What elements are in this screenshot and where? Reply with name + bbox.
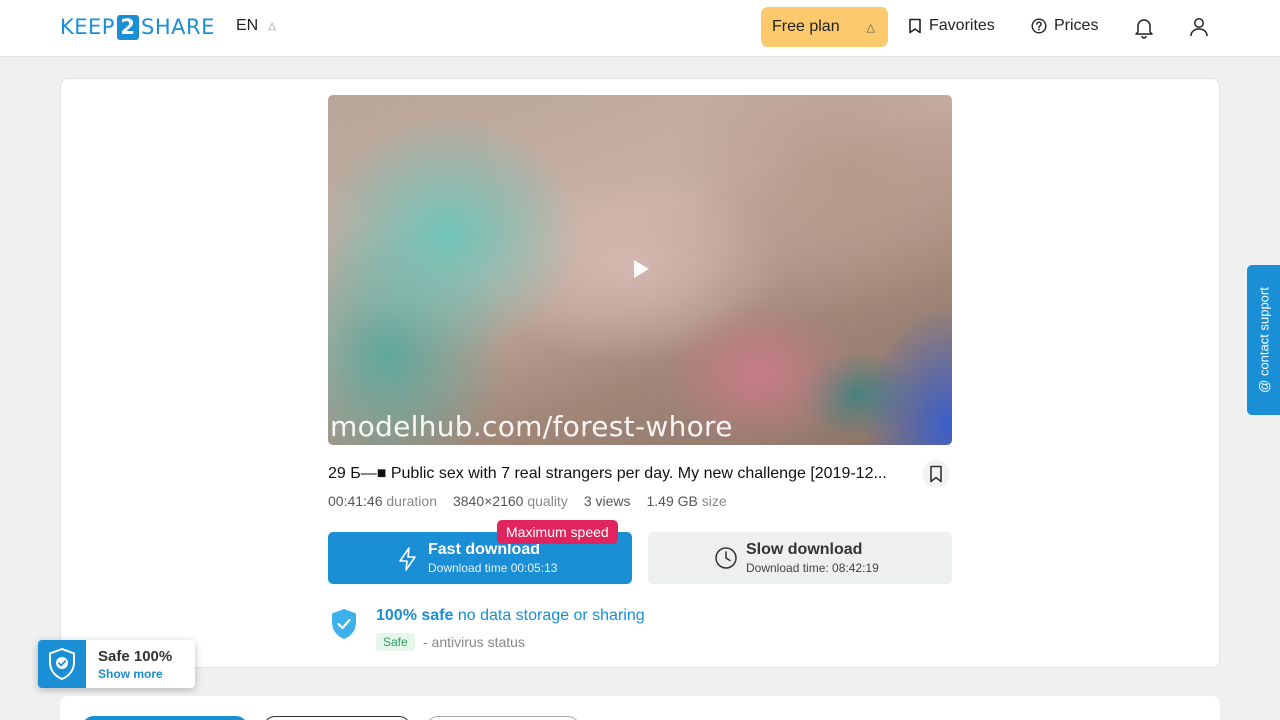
contact-support-label: @ contact support — [1256, 287, 1271, 393]
meta-size: 1.49 GB size — [647, 493, 727, 509]
keep2share-logo[interactable]: KEEP 2 SHARE — [60, 14, 215, 40]
meta-quality: 3840×2160 quality — [453, 493, 568, 509]
antivirus-status-badge: Safe — [376, 633, 415, 651]
file-meta: 00:41:46 duration 3840×2160 quality 3 vi… — [328, 493, 727, 509]
bottom-section — [60, 696, 1220, 720]
quality-label: quality — [527, 493, 568, 509]
prices-link[interactable]: Prices — [1031, 17, 1098, 35]
add-to-favorites-button[interactable] — [922, 460, 950, 488]
fast-download-time: Download time 00:05:13 — [428, 561, 558, 575]
safety-title: 100% safe no data storage or sharing — [376, 607, 645, 625]
shield-check-icon — [49, 648, 75, 680]
file-title: 29 Б—■ Public sex with 7 real strangers … — [328, 465, 887, 482]
chevron-up-icon: △ — [866, 21, 875, 34]
notifications-button[interactable] — [1132, 15, 1156, 39]
bookmark-icon — [930, 465, 942, 483]
contact-support-tab[interactable]: @ contact support — [1247, 265, 1280, 415]
meta-duration: 00:41:46 duration — [328, 493, 437, 509]
shield-check-icon — [332, 609, 356, 639]
bottom-tab-2[interactable] — [263, 716, 411, 720]
favorites-label: Favorites — [929, 17, 995, 34]
language-label: EN — [236, 17, 259, 34]
video-watermark: modelhub.com/forest-whore — [330, 410, 733, 443]
slow-download-button[interactable]: Slow download Download time: 08:42:19 — [648, 532, 952, 584]
logo-text-left: KEEP — [60, 15, 115, 39]
bottom-tab-1[interactable] — [82, 716, 248, 720]
bell-icon — [1135, 19, 1153, 39]
account-button[interactable] — [1187, 15, 1211, 39]
lightning-icon — [399, 547, 416, 571]
video-preview[interactable]: modelhub.com/forest-whore — [328, 95, 952, 445]
logo-text-mid: 2 — [116, 14, 139, 40]
maximum-speed-badge: Maximum speed — [497, 520, 618, 544]
safety-title-rest: no data storage or sharing — [457, 607, 645, 624]
favorites-link[interactable]: Favorites — [908, 17, 995, 35]
duration-value: 00:41:46 — [328, 493, 383, 509]
chevron-up-icon: △ — [268, 20, 276, 32]
widget-show-more-link[interactable]: Show more — [98, 667, 163, 681]
slow-download-time: Download time: 08:42:19 — [746, 561, 879, 575]
play-icon[interactable] — [634, 260, 649, 278]
top-header: KEEP 2 SHARE EN △ Free plan △ Favorites … — [0, 0, 1280, 57]
bottom-tab-3[interactable] — [426, 716, 580, 720]
clock-icon — [715, 547, 737, 569]
bookmark-icon — [909, 18, 921, 34]
slow-download-label: Slow download — [746, 541, 863, 558]
prices-label: Prices — [1054, 17, 1099, 34]
duration-label: duration — [386, 493, 437, 509]
widget-shield-icon-box — [38, 640, 86, 688]
widget-title: Safe 100% — [98, 648, 173, 665]
size-label: size — [701, 493, 727, 509]
user-icon — [1190, 18, 1208, 37]
size-value: 1.49 GB — [646, 493, 698, 509]
help-circle-icon — [1031, 18, 1047, 34]
logo-text-right: SHARE — [140, 15, 215, 39]
plan-label: Free plan — [772, 18, 840, 35]
safe-widget[interactable]: Safe 100% Show more — [38, 640, 195, 688]
meta-views: 3 views — [583, 493, 631, 509]
plan-dropdown[interactable]: Free plan △ — [761, 7, 888, 47]
safety-title-strong: 100% safe — [376, 607, 454, 624]
antivirus-status-note: - antivirus status — [423, 634, 525, 650]
language-selector[interactable]: EN △ — [236, 17, 276, 35]
quality-value: 3840×2160 — [452, 493, 524, 509]
